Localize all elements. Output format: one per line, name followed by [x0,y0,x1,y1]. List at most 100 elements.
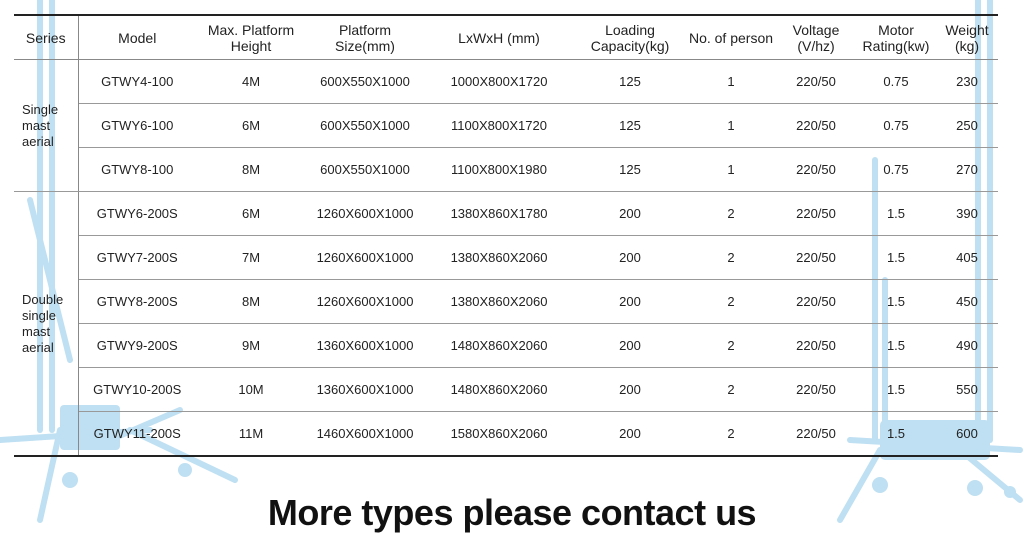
contact-footer: More types please contact us [267,492,757,533]
cell-voltage: 220/50 [776,103,856,148]
cell-dimensions: 1100X800X1720 [424,103,574,148]
header-platform-size: Platform Size(mm) [306,15,424,60]
cell-persons: 1 [686,147,776,192]
cell-platform-size: 1360X600X1000 [306,323,424,368]
cell-model: GTWY8-100 [78,147,196,192]
cell-voltage: 220/50 [776,235,856,280]
header-weight: Weight (kg) [936,15,998,60]
cell-persons: 2 [727,426,735,441]
cell-voltage: 220/50 [776,323,856,368]
header-capacity: Loading Capacity(kg) [574,15,686,60]
cell-dimensions: 1380X860X1780 [424,191,574,236]
cell-motor: 0.75 [856,103,936,148]
cell-max-height: 6M [196,191,306,236]
cell-persons: 2 [686,235,776,280]
cell-dimensions: 1380X860X2060 [424,279,574,324]
spec-table: Series Model Max. Platform Height Platfo… [14,14,998,457]
cell-weight: 250 [936,103,998,148]
cell-persons: 2 [686,279,776,324]
series-label: Single mast aerial [22,101,59,149]
cell-capacity: 200 [574,279,686,324]
cell-dimensions: 1580X860X2060 [450,426,548,441]
cell-max-height: 4M [196,59,306,104]
table-row: GTWY6-100 6M 600X550X1000 1100X800X1720 125 1… [14,103,998,148]
header-max-height: Max. Platform Height [196,15,306,60]
series-cell: Double single mast aerial [14,191,79,457]
cell-max-height: 8M [196,279,306,324]
cell-weight: 270 [936,147,998,192]
cell-weight: 390 [936,191,998,236]
table-row: Single mast aerial GTWY4-100 4M 600X550X100… [14,59,998,192]
cell-motor: 1.5 [886,426,906,441]
cell-platform-size: 1260X600X1000 [306,235,424,280]
cell-model: GTWY6-200S [78,191,196,236]
table-row: GTWY11-200S 11M 1460X600X1000 1580X860X2060… [14,412,998,457]
cell-dimensions: 1480X860X2060 [424,323,574,368]
table-row: Double single mast aerial GTWY6-200S 6M 126… [14,191,998,457]
cell-voltage: 220/50 [776,279,856,324]
cell-max-height: 8M [196,147,306,192]
cell-motor: 0.75 [856,59,936,104]
cell-dimensions: 1380X860X2060 [424,235,574,280]
cell-model: GTWY6-100 [78,103,196,148]
cell-voltage: 220/50 [776,147,856,192]
cell-weight: 230 [936,59,998,104]
cell-voltage: 220/50 [796,426,836,441]
cell-weight: 405 [936,235,998,280]
header-persons: No. of person [686,15,776,60]
cell-motor: 1.5 [856,367,936,412]
table-body: Single mast aerial GTWY4-100 4M 600X550X100… [14,59,998,457]
cell-voltage: 220/50 [776,367,856,412]
cell-model: GTWY8-200S [78,279,196,324]
header-voltage: Voltage (V/hz) [776,15,856,60]
header-model: Model [78,15,196,60]
cell-max-height: 7M [196,235,306,280]
cell-persons: 1 [686,103,776,148]
cell-motor: 1.5 [856,235,936,280]
cell-capacity: 200 [574,323,686,368]
cell-platform-size: 1360X600X1000 [306,367,424,412]
table-row: GTWY8-100 8M 600X550X1000 1100X800X1980 125 1… [14,147,998,192]
cell-weight: 450 [936,279,998,324]
cell-voltage: 220/50 [776,191,856,236]
cell-dimensions: 1100X800X1980 [424,147,574,192]
cell-persons: 2 [686,323,776,368]
table-row: GTWY9-200S 9M 1360X600X1000 1480X860X2060 20… [14,323,998,368]
cell-platform-size: 600X550X1000 [306,103,424,148]
cell-motor: 1.5 [856,191,936,236]
cell-voltage: 220/50 [776,59,856,104]
cell-motor: 1.5 [856,279,936,324]
cell-platform-size: 1260X600X1000 [306,191,424,236]
cell-dimensions: 1480X860X2060 [424,367,574,412]
cell-dimensions: 1000X800X1720 [424,59,574,104]
cell-max-height: 10M [196,367,306,412]
cell-model: GTWY11-200S [93,426,181,441]
cell-max-height: 9M [196,323,306,368]
cell-persons: 1 [686,59,776,104]
table-row: GTWY7-200S 7M 1260X600X1000 1380X860X2060 20… [14,235,998,280]
header-series: Series [14,15,79,60]
cell-motor: 0.75 [856,147,936,192]
header-motor: Motor Rating(kw) [856,15,936,60]
cell-capacity: 200 [619,426,641,441]
cell-weight: 490 [936,323,998,368]
cell-model: GTWY10-200S [78,367,196,412]
table-row: GTWY10-200S 10M 1360X600X1000 1480X860X2060… [14,367,998,412]
cell-persons: 2 [686,191,776,236]
header-row: Series Model Max. Platform Height Platfo… [14,15,998,60]
series-cell: Single mast aerial [14,59,79,192]
series-label: Double single mast aerial [22,291,64,355]
cell-platform-size: 1460X600X1000 [316,426,414,441]
cell-weight: 550 [936,367,998,412]
cell-platform-size: 600X550X1000 [306,59,424,104]
cell-capacity: 200 [574,191,686,236]
cell-capacity: 200 [574,235,686,280]
cell-platform-size: 1260X600X1000 [306,279,424,324]
cell-model: GTWY7-200S [78,235,196,280]
cell-persons: 2 [686,367,776,412]
table-row: GTWY8-200S 8M 1260X600X1000 1380X860X2060 20… [14,279,998,324]
cell-capacity: 125 [574,59,686,104]
cell-capacity: 125 [574,147,686,192]
header-dimensions: LxWxH (mm) [424,15,574,60]
cell-model: GTWY9-200S [78,323,196,368]
